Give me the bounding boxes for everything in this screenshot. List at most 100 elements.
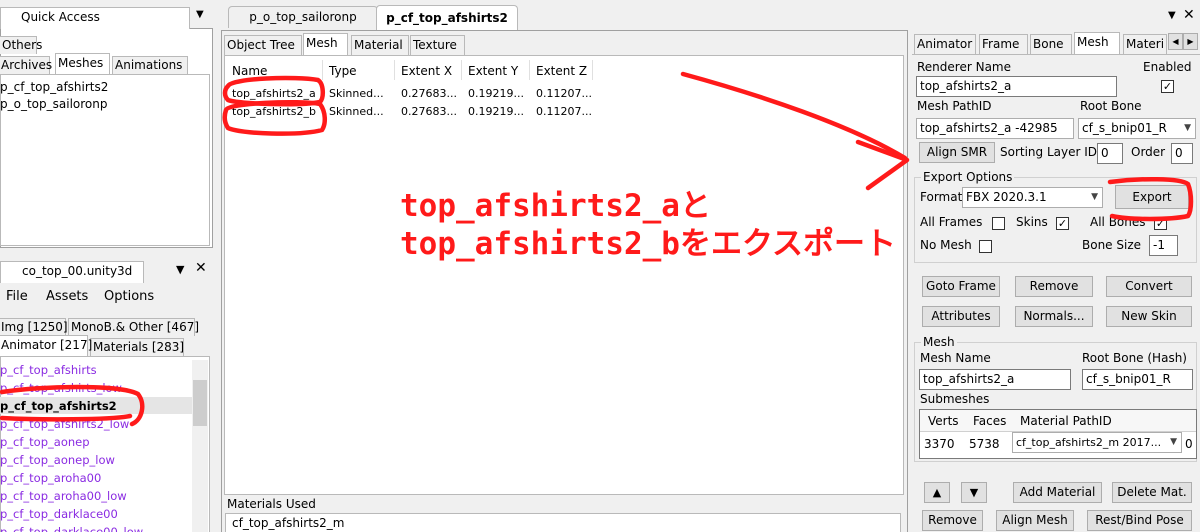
grid-cell: 5738: [969, 437, 1000, 451]
tab-materi-label: Materi: [1126, 37, 1165, 51]
list-item[interactable]: p_cf_top_aonep: [0, 435, 90, 449]
delete-mat-button[interactable]: Delete Mat.: [1112, 482, 1192, 503]
material-pathid-value: cf_top_afshirts2_m 2017...: [1016, 436, 1162, 449]
close-icon[interactable]: ✕: [1183, 7, 1195, 23]
enabled-checkbox[interactable]: ✓: [1161, 80, 1174, 93]
convert-button[interactable]: Convert: [1106, 276, 1192, 297]
doc-tab-sailoronp[interactable]: p_o_top_sailoronp: [228, 6, 378, 28]
quick-access-tab[interactable]: Quick Access: [0, 7, 190, 29]
chevron-down-icon[interactable]: ▼: [1168, 10, 1176, 21]
remove-button[interactable]: Remove: [1015, 276, 1093, 297]
skins-label: Skins: [1016, 215, 1048, 229]
list-item[interactable]: p_cf_top_afshirts: [0, 363, 97, 377]
align-smr-button[interactable]: Align SMR: [919, 142, 995, 163]
table-cell: 0.19219...: [468, 87, 524, 100]
mesh-pathid-select[interactable]: top_afshirts2_a -42985: [916, 118, 1074, 139]
tab-animator-right[interactable]: Animator: [914, 34, 976, 54]
tab-mesh-middle[interactable]: Mesh: [303, 33, 348, 55]
normals-button[interactable]: Normals...: [1015, 306, 1093, 327]
add-material-button[interactable]: Add Material: [1013, 482, 1102, 503]
attributes-button[interactable]: Attributes: [922, 306, 1000, 327]
tab-img[interactable]: Img [1250]: [0, 318, 68, 336]
root-bone-hash-field[interactable]: cf_s_bnip01_R: [1082, 369, 1193, 390]
tab-texture[interactable]: Texture: [410, 35, 465, 55]
tab-others[interactable]: Others: [0, 36, 42, 54]
mesh-name-field[interactable]: top_afshirts2_a: [919, 369, 1071, 390]
tab-object-tree-label: Object Tree: [227, 38, 295, 52]
move-up-button[interactable]: ▲: [924, 482, 950, 503]
tab-frame[interactable]: Frame: [979, 34, 1028, 54]
column-header-name[interactable]: Name: [232, 64, 267, 78]
chevron-down-icon: ▼: [1184, 123, 1191, 133]
file-panel-title: co_top_00.unity3d: [22, 264, 133, 278]
arrow-right-icon[interactable]: ▶: [1183, 33, 1198, 50]
list-item[interactable]: p_o_top_sailoronp: [0, 97, 107, 111]
column-header-extent-y[interactable]: Extent Y: [468, 64, 518, 78]
tab-materi[interactable]: Materi: [1123, 34, 1167, 54]
menu-file[interactable]: File: [6, 289, 28, 304]
scrollbar-thumb[interactable]: [193, 380, 207, 426]
list-item[interactable]: p_cf_top_afshirts2: [0, 399, 117, 413]
arrow-left-icon[interactable]: ◀: [1168, 33, 1183, 50]
header-divider: [461, 60, 462, 80]
material-pathid-select[interactable]: cf_top_afshirts2_m 2017... ▼: [1012, 432, 1182, 453]
sorting-layer-field[interactable]: 0: [1097, 143, 1123, 164]
materials-used-item[interactable]: cf_top_afshirts2_m: [232, 516, 344, 530]
table-cell[interactable]: top_afshirts2_a: [232, 87, 316, 100]
list-item[interactable]: p_cf_top_afshirts_low: [0, 381, 122, 395]
tab-bone[interactable]: Bone: [1030, 34, 1072, 54]
tab-archives-label: Archives: [1, 58, 53, 72]
list-item[interactable]: p_cf_top_aroha00_low: [0, 489, 127, 503]
align-mesh-button[interactable]: Align Mesh: [996, 510, 1074, 531]
tab-materials[interactable]: Materials [283]: [90, 338, 184, 356]
column-header-extent-x[interactable]: Extent X: [401, 64, 452, 78]
root-bone-select[interactable]: cf_s_bnip01_R ▼: [1078, 118, 1196, 139]
table-cell: Skinned...: [329, 105, 384, 118]
new-skin-button[interactable]: New Skin: [1106, 306, 1192, 327]
tab-material[interactable]: Material: [351, 35, 409, 55]
menu-options[interactable]: Options: [104, 289, 154, 304]
list-item[interactable]: p_cf_top_aroha00: [0, 471, 101, 485]
rest-bind-pose-button[interactable]: Rest/Bind Pose: [1087, 510, 1192, 531]
close-icon[interactable]: ✕: [195, 260, 207, 276]
move-down-button[interactable]: ▼: [961, 482, 987, 503]
tab-animator[interactable]: Animator [217]: [0, 335, 92, 356]
submeshes-label: Submeshes: [920, 392, 990, 406]
table-cell: 0.11207...: [536, 105, 592, 118]
tab-meshes[interactable]: Meshes: [55, 53, 110, 74]
format-label: Format: [920, 190, 963, 204]
all-bones-checkbox[interactable]: ✓: [1154, 217, 1167, 230]
export-button[interactable]: Export: [1115, 185, 1189, 209]
table-cell[interactable]: top_afshirts2_b: [232, 105, 316, 118]
tab-archives[interactable]: Archives: [0, 56, 53, 74]
tab-monob[interactable]: MonoB.& Other [467]: [68, 318, 199, 336]
menu-assets[interactable]: Assets: [46, 289, 88, 304]
column-header-extent-z[interactable]: Extent Z: [536, 64, 587, 78]
col-material-pathid: Material PathID: [1020, 414, 1112, 428]
renderer-name-field[interactable]: top_afshirts2_a: [916, 76, 1117, 97]
column-header-type[interactable]: Type: [329, 64, 357, 78]
no-mesh-checkbox[interactable]: [979, 240, 992, 253]
format-select[interactable]: FBX 2020.3.1 ▼: [962, 187, 1103, 208]
list-item[interactable]: p_cf_top_darklace00_low: [0, 525, 143, 532]
all-frames-checkbox[interactable]: [992, 217, 1005, 230]
doc-tab-sailoronp-label: p_o_top_sailoronp: [249, 10, 357, 24]
list-item[interactable]: p_cf_top_afshirts2_low: [0, 417, 129, 431]
list-item[interactable]: p_cf_top_aonep_low: [0, 453, 115, 467]
file-tab[interactable]: co_top_00.unity3d: [0, 261, 144, 283]
tab-mesh-right[interactable]: Mesh: [1074, 32, 1120, 54]
sorting-layer-label: Sorting Layer ID: [1000, 145, 1098, 159]
list-item[interactable]: p_cf_top_darklace00: [0, 507, 118, 521]
chevron-down-icon[interactable]: ▼: [196, 9, 204, 20]
skins-checkbox[interactable]: ✓: [1056, 217, 1069, 230]
tab-object-tree[interactable]: Object Tree: [224, 35, 302, 55]
doc-tab-afshirts2[interactable]: p_cf_top_afshirts2: [376, 5, 518, 30]
pin-icon[interactable]: ▼: [176, 263, 184, 276]
remove-mesh-button[interactable]: Remove: [922, 510, 983, 531]
order-field[interactable]: 0: [1171, 143, 1193, 164]
root-bone-label: Root Bone: [1080, 99, 1142, 113]
goto-frame-button[interactable]: Goto Frame: [922, 276, 1000, 297]
tab-animations[interactable]: Animations: [112, 56, 188, 74]
list-item[interactable]: p_cf_top_afshirts2: [0, 80, 108, 94]
bone-size-field[interactable]: -1: [1149, 235, 1178, 256]
